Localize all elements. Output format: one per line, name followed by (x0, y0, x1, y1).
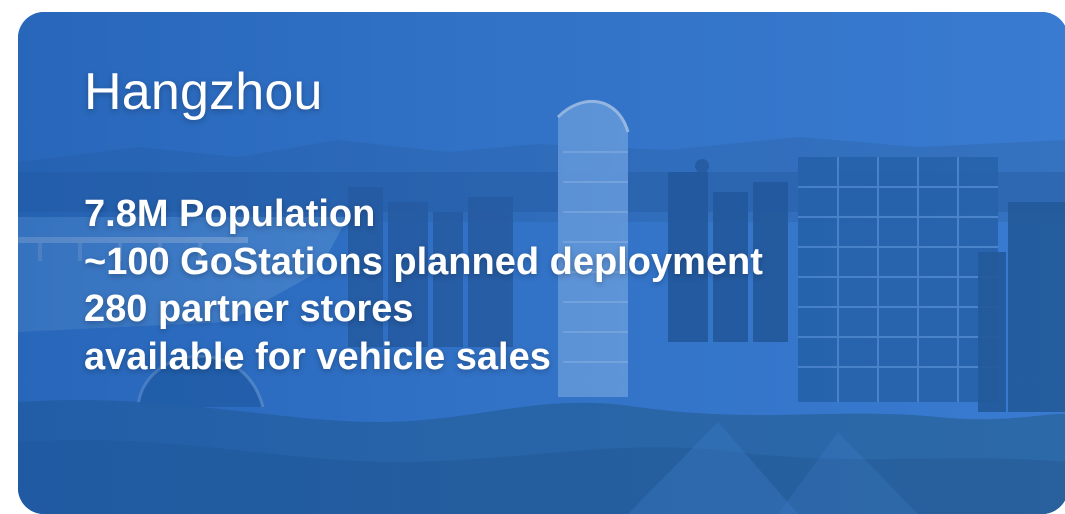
stat-gostations: ~100 GoStations planned deployment (84, 240, 763, 283)
stat-vehicle-sales: available for vehicle sales (84, 335, 551, 378)
stat-population: 7.8M Population (84, 193, 376, 236)
city-hero-card: Hangzhou 7.8M Population ~100 GoStations… (18, 12, 1065, 514)
city-stats-text: Hangzhou 7.8M Population ~100 GoStations… (84, 63, 763, 381)
city-title: Hangzhou (84, 63, 323, 121)
stat-partner-stores: 280 partner stores (84, 288, 414, 331)
